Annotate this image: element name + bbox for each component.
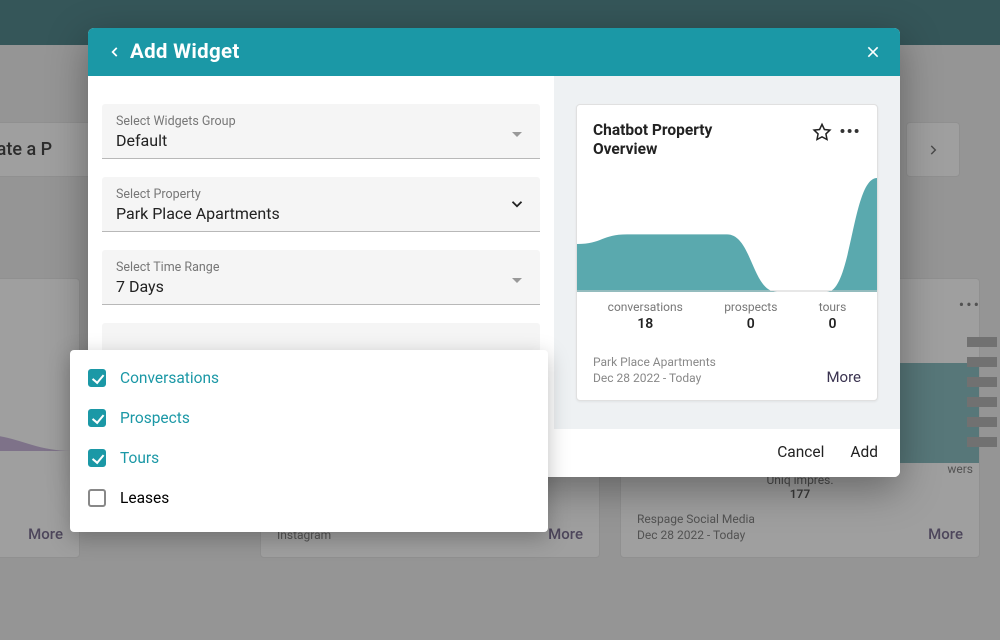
preview-title: Chatbot Property Overview [593,121,763,160]
preview-stats: conversations18 prospects0 tours0 [577,296,877,338]
add-button[interactable]: Add [850,443,878,461]
option-label: Prospects [120,409,190,427]
field-value: 7 Days [116,277,526,296]
stat-item: conversations18 [608,300,683,332]
field-value: Default [116,131,526,150]
preview-more-link[interactable]: More [826,368,861,386]
metric-option-tours[interactable]: Tours [70,438,548,478]
metric-option-conversations[interactable]: Conversations [70,358,548,398]
widget-preview-card: Chatbot Property Overview ••• conversati… [576,104,878,401]
property-select[interactable]: Select Property Park Place Apartments [102,177,540,232]
preview-meta: Park Place ApartmentsDec 28 2022 - Today [593,354,716,386]
checkbox-icon [88,449,106,467]
metrics-dropdown[interactable]: Conversations Prospects Tours Leases [70,350,548,532]
chevron-down-icon [508,195,526,213]
field-label: Select Widgets Group [116,114,526,129]
time-range-select[interactable]: Select Time Range 7 Days [102,250,540,305]
widgets-group-select[interactable]: Select Widgets Group Default [102,104,540,159]
checkbox-icon [88,489,106,507]
checkbox-icon [88,409,106,427]
chevron-down-icon [512,278,522,283]
more-icon[interactable]: ••• [839,121,861,143]
chevron-down-icon [512,132,522,137]
field-label: Select Time Range [116,260,526,275]
back-button[interactable] [102,39,128,65]
metric-option-leases[interactable]: Leases [70,478,548,518]
stat-item: tours0 [819,300,847,332]
checkbox-icon [88,369,106,387]
modal-header: Add Widget [88,28,900,76]
preview-chart [577,172,877,292]
metric-option-prospects[interactable]: Prospects [70,398,548,438]
star-icon[interactable] [811,121,833,143]
cancel-button[interactable]: Cancel [777,443,824,461]
option-label: Leases [120,489,169,507]
modal-title: Add Widget [130,40,240,64]
option-label: Conversations [120,369,219,387]
field-value: Park Place Apartments [116,204,526,223]
option-label: Tours [120,449,159,467]
close-button[interactable] [860,39,886,65]
stat-item: prospects0 [724,300,777,332]
field-label: Select Property [116,187,526,202]
preview-column: Chatbot Property Overview ••• conversati… [554,76,900,429]
